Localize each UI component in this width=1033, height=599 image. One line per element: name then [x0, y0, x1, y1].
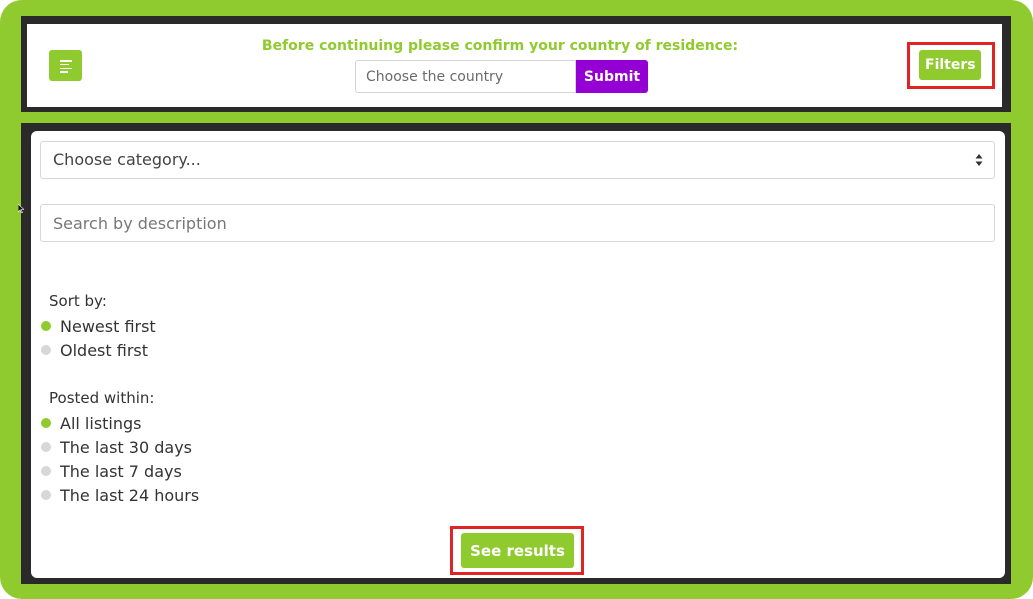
country-confirmation-bar: Before continuing please confirm your co…	[27, 24, 1002, 107]
posted-option-7-days[interactable]: The last 7 days	[41, 460, 182, 482]
menu-icon	[60, 60, 72, 73]
posted-option-all[interactable]: All listings	[41, 412, 142, 434]
confirm-country-title: Before continuing please confirm your co…	[261, 38, 739, 54]
sort-option-newest[interactable]: Newest first	[41, 315, 156, 337]
category-select[interactable]: Choose category...	[40, 141, 995, 179]
radio-unselected-icon	[41, 345, 51, 355]
radio-unselected-icon	[41, 490, 51, 500]
category-select-value: Choose category...	[53, 150, 201, 169]
posted-option-24-hours[interactable]: The last 24 hours	[41, 484, 199, 506]
radio-label: Oldest first	[60, 340, 148, 360]
radio-unselected-icon	[41, 442, 51, 452]
see-results-button[interactable]: See results	[461, 533, 574, 568]
submit-button[interactable]: Submit	[576, 60, 648, 93]
radio-selected-icon	[41, 418, 51, 428]
sort-option-oldest[interactable]: Oldest first	[41, 339, 148, 361]
radio-unselected-icon	[41, 466, 51, 476]
radio-label: All listings	[60, 413, 142, 433]
radio-label: The last 7 days	[60, 461, 182, 481]
select-arrows-icon	[975, 154, 983, 166]
radio-label: The last 24 hours	[60, 485, 200, 505]
menu-button[interactable]	[49, 50, 82, 81]
radio-label: The last 30 days	[60, 437, 192, 457]
posted-option-30-days[interactable]: The last 30 days	[41, 436, 192, 458]
description-search-input[interactable]	[40, 204, 995, 242]
radio-selected-icon	[41, 321, 51, 331]
filter-panel: Choose category... Sort by: Newest first…	[31, 131, 1005, 578]
divider-band	[21, 112, 1011, 123]
filters-button[interactable]: Filters	[919, 50, 981, 80]
mouse-cursor-icon	[18, 204, 24, 213]
radio-label: Newest first	[60, 316, 156, 336]
sort-by-label: Sort by:	[49, 292, 107, 310]
posted-within-label: Posted within:	[49, 389, 155, 407]
country-input[interactable]	[355, 60, 576, 93]
